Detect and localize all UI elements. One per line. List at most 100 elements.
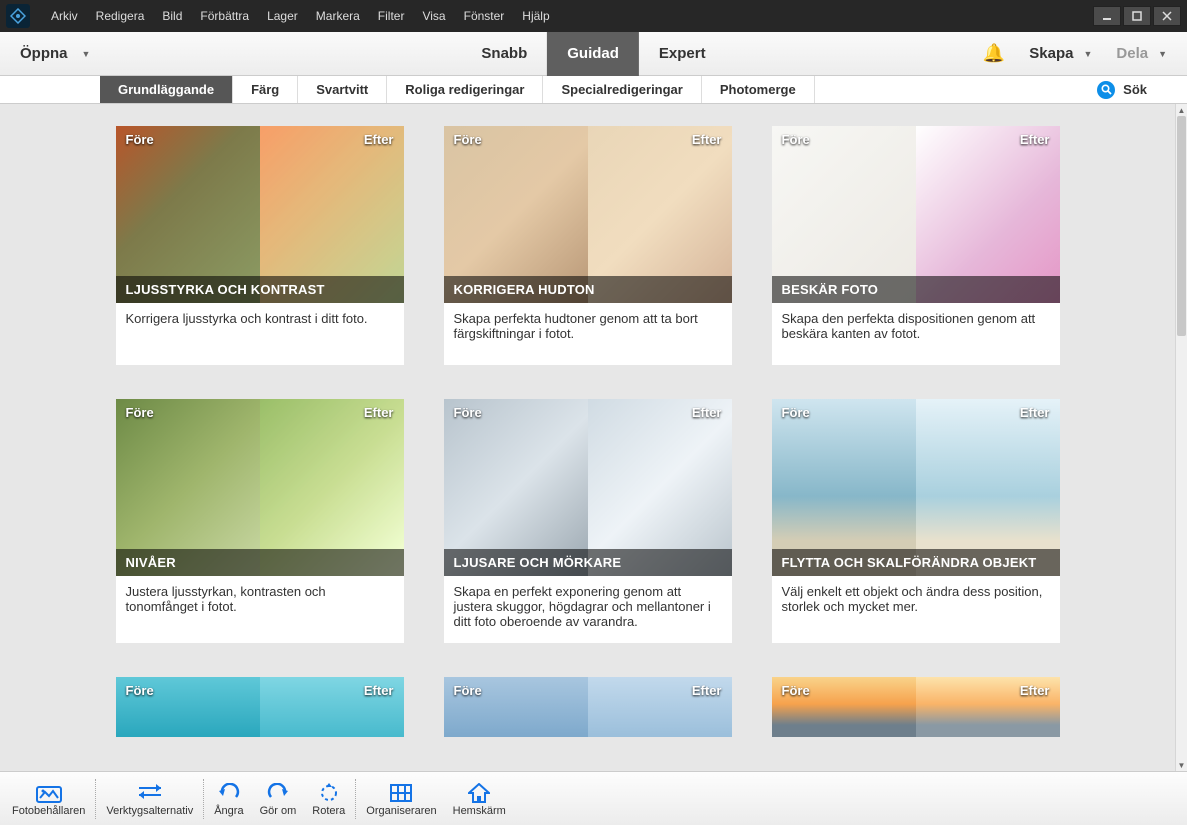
menu-arkiv[interactable]: Arkiv (42, 9, 87, 23)
bottom-toolbar: Fotobehållaren Verktygsalternativ Ångra … (0, 771, 1187, 825)
card-description: Justera ljusstyrkan, kontrasten och tono… (116, 576, 404, 638)
rotate-icon (318, 781, 340, 805)
card-levels[interactable]: Före Efter NIVÅER Justera ljusstyrkan, k… (116, 399, 404, 643)
card-title: LJUSSTYRKA OCH KONTRAST (116, 276, 404, 303)
card-move-scale[interactable]: Före Efter FLYTTA OCH SKALFÖRÄNDRA OBJEK… (772, 399, 1060, 643)
menu-bild[interactable]: Bild (153, 9, 191, 23)
undo-button[interactable]: Ångra (206, 775, 251, 823)
home-button[interactable]: Hemskärm (445, 775, 514, 823)
toolopts-label: Verktygsalternativ (106, 805, 193, 817)
before-label: Före (126, 132, 154, 147)
organizer-button[interactable]: Organiseraren (358, 775, 444, 823)
menu-visa[interactable]: Visa (413, 9, 454, 23)
close-button[interactable] (1153, 6, 1181, 26)
tab-quick[interactable]: Snabb (461, 32, 547, 76)
open-button[interactable]: Öppna ▼ (20, 45, 90, 62)
redo-label: Gör om (260, 805, 297, 817)
search-label: Sök (1123, 82, 1147, 97)
subtab-photomerge[interactable]: Photomerge (702, 76, 815, 103)
share-label: Dela (1116, 45, 1148, 62)
photobin-button[interactable]: Fotobehållaren (4, 775, 93, 823)
card-description: Korrigera ljusstyrka och kontrast i ditt… (116, 303, 404, 365)
chevron-down-icon: ▼ (1158, 49, 1167, 59)
card-crop[interactable]: Före Efter BESKÄR FOTO Skapa den perfekt… (772, 126, 1060, 365)
card-skintone[interactable]: Före Efter KORRIGERA HUDTON Skapa perfek… (444, 126, 732, 365)
scrollbar-thumb[interactable] (1177, 116, 1186, 336)
after-label: Efter (692, 405, 722, 420)
redo-button[interactable]: Gör om (252, 775, 305, 823)
separator (355, 779, 356, 819)
card-thumbnail: Före Efter (444, 677, 732, 737)
main-toolbar: Öppna ▼ Snabb Guidad Expert 🔔 Skapa ▼ De… (0, 32, 1187, 76)
scroll-up-arrow[interactable]: ▲ (1176, 104, 1187, 116)
photobin-label: Fotobehållaren (12, 805, 85, 817)
before-label: Före (782, 405, 810, 420)
after-label: Efter (364, 132, 394, 147)
after-label: Efter (364, 683, 394, 698)
mode-tabs: Snabb Guidad Expert (461, 32, 725, 76)
after-label: Efter (364, 405, 394, 420)
rotate-label: Rotera (312, 805, 345, 817)
before-label: Före (454, 405, 482, 420)
search-button[interactable]: Sök (1079, 76, 1187, 103)
card-title: LJUSARE OCH MÖRKARE (444, 549, 732, 576)
subtab-fun[interactable]: Roliga redigeringar (387, 76, 543, 103)
card-thumbnail: Före Efter (772, 677, 1060, 737)
notifications-icon[interactable]: 🔔 (983, 43, 1005, 64)
undo-label: Ångra (214, 805, 243, 817)
card-description: Välj enkelt ett objekt och ändra dess po… (772, 576, 1060, 638)
menu-forbattra[interactable]: Förbättra (191, 9, 258, 23)
tab-guided[interactable]: Guidad (547, 32, 639, 76)
menu-hjalp[interactable]: Hjälp (513, 9, 558, 23)
card-description: Skapa den perfekta dispositionen genom a… (772, 303, 1060, 365)
undo-icon (218, 781, 240, 805)
card-partial[interactable]: Före Efter (444, 677, 732, 737)
redo-icon (267, 781, 289, 805)
card-thumbnail: Före Efter BESKÄR FOTO (772, 126, 1060, 303)
subtab-special[interactable]: Specialredigeringar (543, 76, 701, 103)
before-label: Före (782, 683, 810, 698)
organizer-label: Organiseraren (366, 805, 436, 817)
card-title: NIVÅER (116, 549, 404, 576)
before-label: Före (126, 405, 154, 420)
before-label: Före (126, 683, 154, 698)
toolopts-button[interactable]: Verktygsalternativ (98, 775, 201, 823)
minimize-button[interactable] (1093, 6, 1121, 26)
menu-markera[interactable]: Markera (307, 9, 369, 23)
card-brightness-contrast[interactable]: Före Efter LJUSSTYRKA OCH KONTRAST Korri… (116, 126, 404, 365)
subtab-basics[interactable]: Grundläggande (100, 76, 233, 103)
open-label: Öppna (20, 45, 68, 62)
subtab-bw[interactable]: Svartvitt (298, 76, 387, 103)
before-label: Före (782, 132, 810, 147)
card-thumbnail: Före Efter KORRIGERA HUDTON (444, 126, 732, 303)
card-title: KORRIGERA HUDTON (444, 276, 732, 303)
subtab-color[interactable]: Färg (233, 76, 298, 103)
after-label: Efter (692, 132, 722, 147)
app-logo (6, 4, 30, 28)
rotate-button[interactable]: Rotera (304, 775, 353, 823)
menu-redigera[interactable]: Redigera (87, 9, 154, 23)
menu-fonster[interactable]: Fönster (455, 9, 514, 23)
card-lighten-darken[interactable]: Före Efter LJUSARE OCH MÖRKARE Skapa en … (444, 399, 732, 643)
card-thumbnail: Före Efter NIVÅER (116, 399, 404, 576)
category-tabs: Grundläggande Färg Svartvitt Roliga redi… (0, 76, 1187, 104)
card-thumbnail: Före Efter FLYTTA OCH SKALFÖRÄNDRA OBJEK… (772, 399, 1060, 576)
menu-lager[interactable]: Lager (258, 9, 307, 23)
before-label: Före (454, 132, 482, 147)
card-thumbnail: Före Efter (116, 677, 404, 737)
share-button[interactable]: Dela ▼ (1116, 45, 1167, 62)
maximize-button[interactable] (1123, 6, 1151, 26)
separator (95, 779, 96, 819)
card-partial[interactable]: Före Efter (772, 677, 1060, 737)
card-title: BESKÄR FOTO (772, 276, 1060, 303)
before-label: Före (454, 683, 482, 698)
card-thumbnail: Före Efter LJUSARE OCH MÖRKARE (444, 399, 732, 576)
tab-expert[interactable]: Expert (639, 32, 726, 76)
separator (203, 779, 204, 819)
menu-filter[interactable]: Filter (369, 9, 414, 23)
create-button[interactable]: Skapa ▼ (1029, 45, 1092, 62)
vertical-scrollbar[interactable]: ▲ ▼ (1175, 104, 1187, 771)
card-description: Skapa perfekta hudtoner genom att ta bor… (444, 303, 732, 365)
card-partial[interactable]: Före Efter (116, 677, 404, 737)
scroll-down-arrow[interactable]: ▼ (1176, 759, 1187, 771)
